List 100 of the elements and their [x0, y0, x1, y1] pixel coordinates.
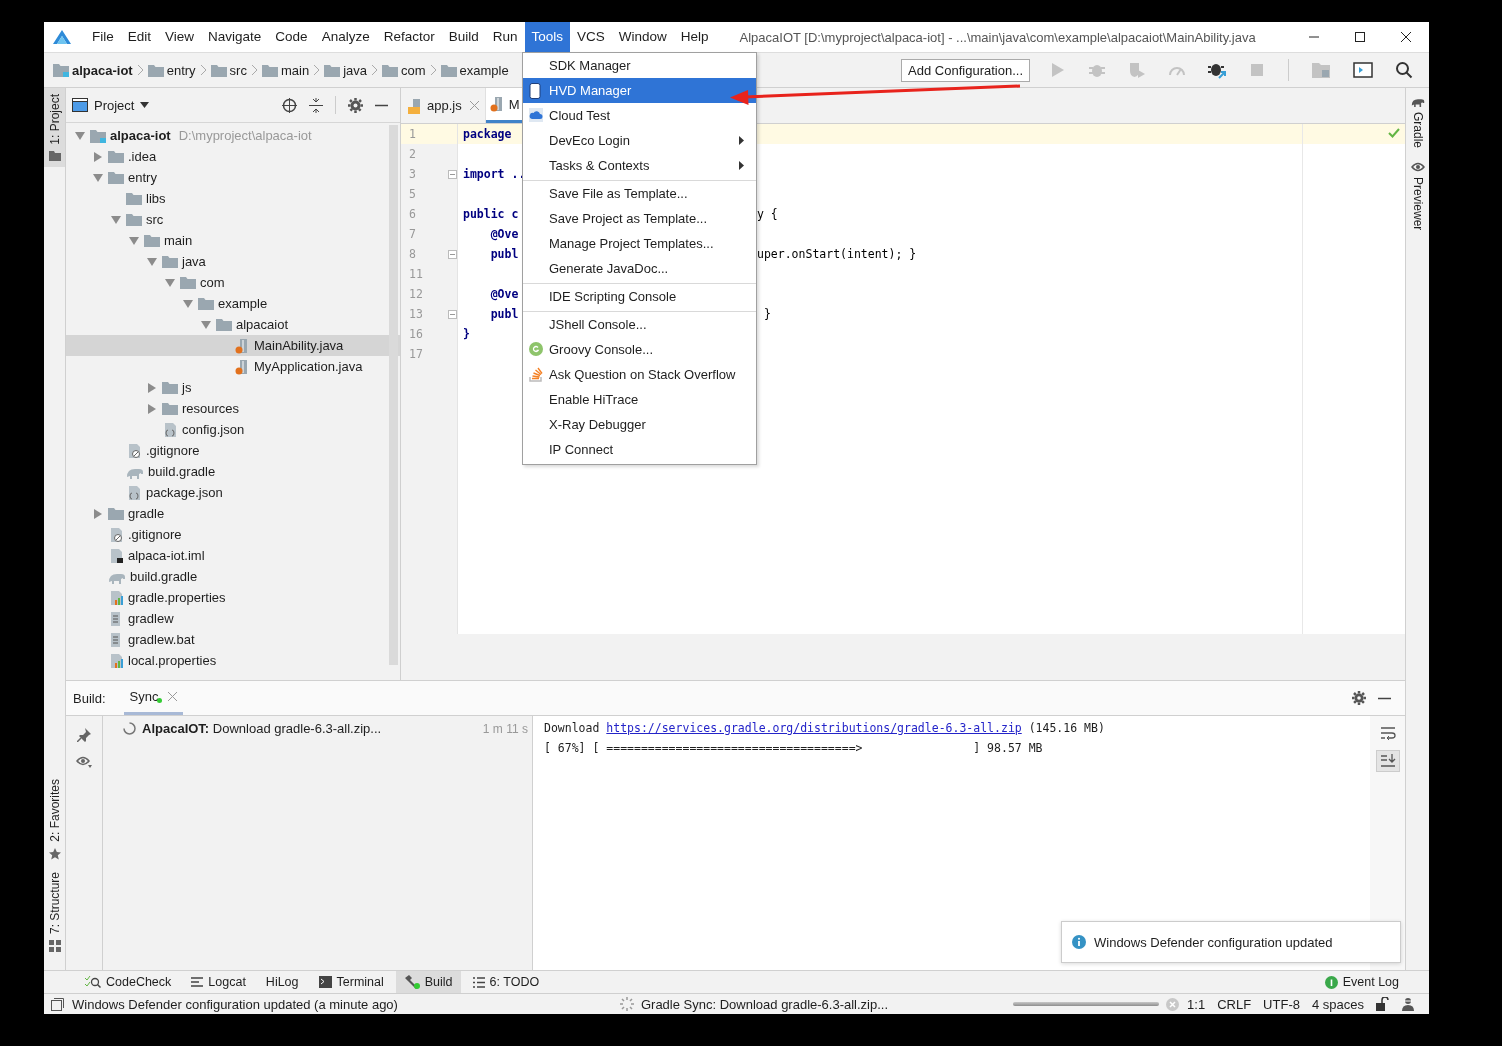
tree-item[interactable]: .gitignore [146, 443, 200, 458]
tree-item[interactable]: alpacaiot [236, 317, 289, 332]
notification-text[interactable]: Windows Defender configuration updated [1094, 934, 1333, 950]
breadcrumb-item[interactable]: src [229, 62, 247, 78]
editor-tab[interactable]: app.js [401, 88, 486, 123]
menu-item[interactable]: Analyze [314, 22, 377, 52]
tool-window-tab[interactable]: Build [395, 971, 461, 993]
preview-window-icon[interactable] [1353, 61, 1373, 79]
toggle-tool-windows-icon[interactable] [51, 997, 64, 1011]
collapsed-arrow-icon[interactable] [92, 151, 104, 162]
expanded-arrow-icon[interactable] [164, 277, 176, 288]
menu-item[interactable]: HVD Manager [523, 78, 756, 103]
line-separator[interactable]: CRLF [1217, 996, 1252, 1012]
tree-item[interactable]: build.gradle [148, 464, 216, 479]
status-message[interactable]: Windows Defender configuration updated (a minute ago) [72, 996, 398, 1012]
breadcrumb-item[interactable]: alpaca-iot [72, 62, 133, 78]
scroll-to-end-icon[interactable] [1375, 750, 1400, 772]
menu-item[interactable]: File [85, 22, 121, 52]
menu-item[interactable]: IDE Scripting Console [523, 283, 756, 309]
tool-window-tab[interactable]: Logcat [183, 971, 254, 993]
fold-icon[interactable] [448, 169, 457, 179]
menu-item[interactable]: X-Ray Debugger [523, 412, 756, 437]
tree-item[interactable]: com [200, 275, 225, 290]
tool-window-tab[interactable]: CodeCheck [77, 971, 180, 993]
expanded-arrow-icon[interactable] [128, 235, 140, 246]
tree-item[interactable]: alpaca-iot.iml [128, 548, 205, 563]
tree-item[interactable]: gradle.properties [128, 590, 226, 605]
menu-item[interactable]: Manage Project Templates... [523, 231, 756, 256]
menu-item[interactable]: Help [673, 22, 716, 52]
tree-item[interactable]: example [218, 296, 268, 311]
breadcrumb-item[interactable]: entry [166, 62, 196, 78]
collapsed-arrow-icon[interactable] [146, 382, 158, 393]
menu-item[interactable]: DevEco Login [523, 128, 756, 153]
file-encoding[interactable]: UTF-8 [1263, 996, 1300, 1012]
tool-window-tab[interactable]: HiLog [257, 971, 307, 993]
inspector-icon[interactable] [1401, 997, 1415, 1011]
tool-window-tab[interactable]: Gradle [1410, 112, 1425, 149]
settings-icon[interactable] [1352, 691, 1366, 705]
menu-item[interactable]: Save File as Template... [523, 180, 756, 206]
tree-item[interactable]: gradlew.bat [128, 632, 195, 647]
tool-window-tab[interactable]: 6: TODO [464, 971, 548, 993]
locate-icon[interactable] [282, 97, 297, 113]
tree-item[interactable]: gradlew [128, 611, 174, 626]
menu-item[interactable]: Groovy Console... [523, 337, 756, 362]
tree-item[interactable]: MainAbility.java [254, 338, 344, 353]
lock-icon[interactable] [1376, 997, 1389, 1011]
collapsed-arrow-icon[interactable] [92, 508, 104, 519]
eye-icon[interactable] [76, 756, 92, 768]
pin-icon[interactable] [77, 728, 91, 742]
settings-icon[interactable] [348, 97, 363, 113]
add-configuration-button[interactable]: Add Configuration... [901, 58, 1030, 82]
download-link[interactable]: https://services.gradle.org/distributions/gradle-6.3-all.zip [606, 721, 1022, 735]
fold-icon[interactable] [448, 249, 457, 259]
tool-window-tab[interactable]: Terminal [310, 971, 392, 993]
breadcrumb-item[interactable]: java [343, 62, 367, 78]
soft-wrap-icon[interactable] [1379, 726, 1396, 740]
tool-window-tab[interactable]: Previewer [1410, 177, 1425, 231]
tree-item[interactable]: config.json [182, 422, 245, 437]
project-structure-icon[interactable] [1311, 61, 1331, 79]
menu-item[interactable]: Ask Question on Stack Overflow [523, 362, 756, 387]
minimize-icon[interactable] [1378, 696, 1391, 700]
menu-item[interactable]: View [158, 22, 202, 52]
menu-item[interactable]: IP Connect [523, 437, 756, 462]
collapse-all-icon[interactable] [309, 97, 323, 113]
menu-item[interactable]: Refactor [376, 22, 442, 52]
expanded-arrow-icon[interactable] [92, 172, 104, 183]
expanded-arrow-icon[interactable] [200, 319, 212, 330]
menu-item[interactable]: Navigate [201, 22, 269, 52]
close-icon[interactable] [469, 101, 479, 110]
menu-item[interactable]: Build [441, 22, 486, 52]
breadcrumb-item[interactable]: com [401, 62, 426, 78]
caret-position[interactable]: 1:1 [1187, 996, 1206, 1012]
indent-setting[interactable]: 4 spaces [1311, 996, 1364, 1012]
breadcrumb-item[interactable]: main [280, 62, 310, 78]
tree-item[interactable]: java [182, 254, 206, 269]
minimize-icon[interactable] [375, 103, 388, 107]
expanded-arrow-icon[interactable] [182, 298, 194, 309]
tree-item[interactable]: local.properties [128, 653, 217, 668]
expanded-arrow-icon[interactable] [146, 256, 158, 267]
tree-item[interactable]: libs [146, 191, 166, 206]
tree-item[interactable]: MyApplication.java [254, 359, 363, 374]
tool-window-tab[interactable]: 1: Project [44, 88, 65, 167]
tree-item[interactable]: src [146, 212, 164, 227]
menu-item[interactable]: Tasks & Contexts [523, 153, 756, 178]
background-task-text[interactable]: Gradle Sync: Download gradle-6.3-all.zip... [640, 996, 889, 1012]
menu-item[interactable]: Window [611, 22, 674, 52]
task-label[interactable]: AlpacaIOT: Download gradle-6.3-all.zip... [142, 721, 382, 736]
tree-item[interactable]: alpaca-iot [110, 128, 171, 143]
tree-item[interactable]: entry [128, 170, 157, 185]
search-icon[interactable] [1395, 61, 1413, 79]
sync-bug-icon[interactable] [1208, 61, 1226, 79]
menu-item[interactable]: JShell Console... [523, 311, 756, 337]
scrollbar[interactable] [389, 125, 398, 665]
tree-item[interactable]: main [164, 233, 193, 248]
tree-item[interactable]: gradle [128, 506, 165, 521]
fold-icon[interactable] [448, 309, 457, 319]
stop-icon[interactable] [1248, 61, 1266, 79]
menu-item[interactable]: VCS [570, 22, 612, 52]
menu-item[interactable]: Edit [120, 22, 159, 52]
menu-item[interactable]: Save Project as Template... [523, 206, 756, 231]
